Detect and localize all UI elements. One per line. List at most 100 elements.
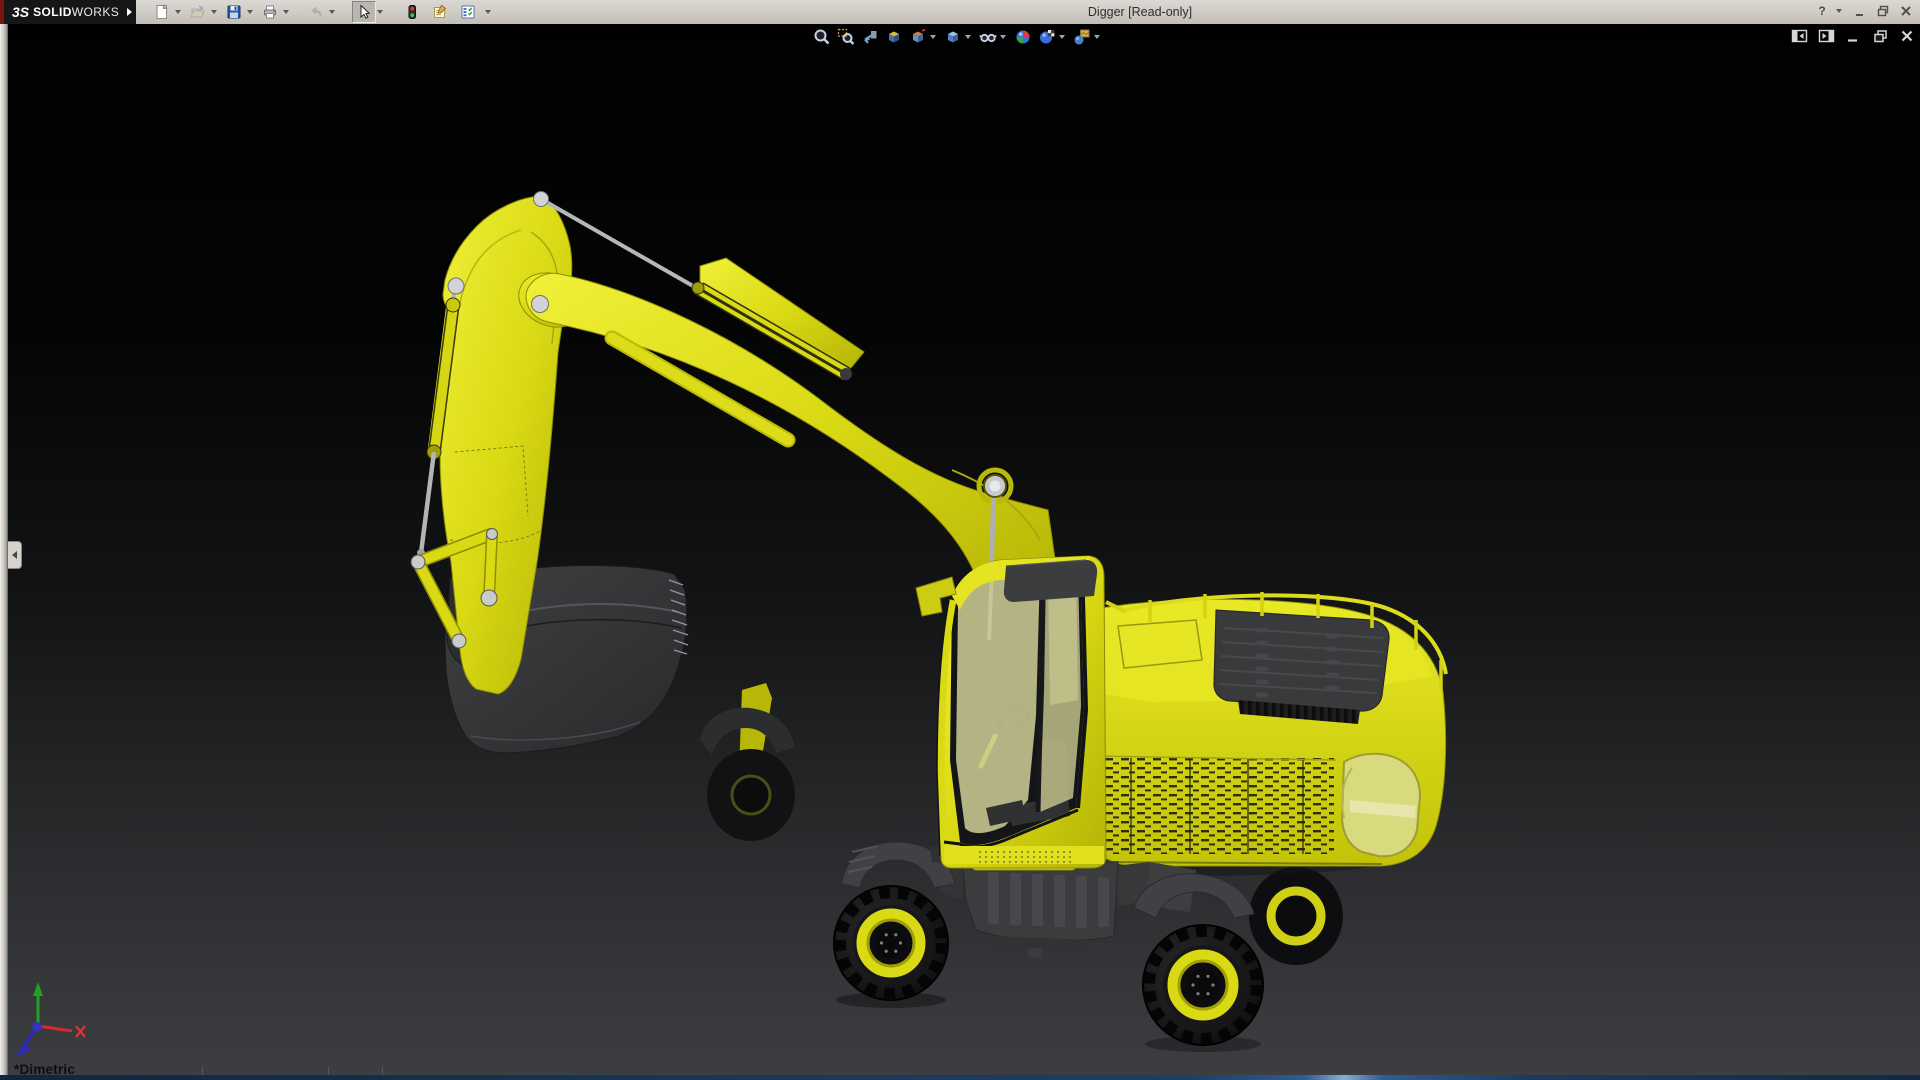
brand-works: WORKS bbox=[72, 5, 119, 19]
close-icon bbox=[1899, 4, 1913, 18]
view-settings-button[interactable] bbox=[1035, 27, 1058, 47]
save-floppy-icon bbox=[226, 4, 242, 20]
undo-icon bbox=[308, 4, 324, 20]
apply-scene-sphere-icon bbox=[1014, 28, 1032, 46]
select-tool-button[interactable] bbox=[352, 1, 376, 23]
edit-appearance-dropdown-arrow[interactable] bbox=[1094, 35, 1100, 39]
restore-document-icon bbox=[1873, 29, 1888, 43]
view-orientation-dropdown-arrow[interactable] bbox=[930, 35, 936, 39]
graphics-viewport[interactable]: *Dimetric bbox=[0, 24, 1920, 1080]
side-glass bbox=[1040, 569, 1081, 812]
pane-left-button[interactable] bbox=[1789, 28, 1809, 44]
title-bar: 3S SOLID WORKS bbox=[0, 0, 1920, 25]
print-dropdown-arrow[interactable] bbox=[283, 10, 289, 14]
close-document-button[interactable] bbox=[1897, 28, 1917, 44]
collapse-arrow-icon bbox=[12, 551, 17, 559]
minimize-document-button[interactable] bbox=[1843, 28, 1863, 44]
view-settings-dropdown-arrow[interactable] bbox=[1059, 35, 1065, 39]
pane-right-button[interactable] bbox=[1816, 28, 1836, 44]
previous-view-button[interactable] bbox=[858, 27, 881, 47]
engine-cover[interactable] bbox=[1214, 610, 1389, 724]
traffic-light-icon bbox=[404, 4, 420, 20]
document-window-controls bbox=[1789, 28, 1917, 44]
close-button[interactable] bbox=[1896, 2, 1916, 20]
display-style-dropdown-arrow[interactable] bbox=[965, 35, 971, 39]
edit-appearance-icon bbox=[1073, 28, 1091, 46]
x-axis-label bbox=[76, 1026, 85, 1037]
brand-solid: SOLID bbox=[33, 5, 72, 19]
save-dropdown-arrow[interactable] bbox=[247, 10, 253, 14]
select-dropdown-arrow[interactable] bbox=[377, 10, 383, 14]
help-button[interactable]: ? bbox=[1812, 2, 1832, 20]
feature-manager-splitter[interactable] bbox=[0, 24, 8, 1075]
options-checklist-icon bbox=[460, 4, 476, 20]
orientation-triad[interactable] bbox=[15, 982, 85, 1057]
document-title: Digger [Read-only] bbox=[1088, 5, 1192, 19]
restore-icon bbox=[1876, 4, 1890, 18]
select-cursor-icon bbox=[356, 4, 372, 20]
view-orientation-button[interactable] bbox=[906, 27, 929, 47]
heads-up-view-toolbar bbox=[810, 27, 1104, 47]
help-icon: ? bbox=[1818, 4, 1825, 18]
pane-left-icon bbox=[1791, 29, 1808, 43]
side-vent-grilles bbox=[1090, 756, 1336, 854]
options-button[interactable] bbox=[456, 1, 480, 23]
rear-opening bbox=[1342, 754, 1420, 856]
new-document-button[interactable] bbox=[150, 1, 174, 23]
undo-dropdown-arrow[interactable] bbox=[329, 10, 335, 14]
solidworks-window: 3S SOLID WORKS bbox=[0, 0, 1920, 1080]
flyout-arrow-icon bbox=[127, 8, 132, 16]
view-orientation-icon bbox=[909, 28, 927, 46]
menu-flyout-button[interactable] bbox=[122, 0, 136, 24]
edit-appearance-button[interactable] bbox=[1070, 27, 1093, 47]
hide-show-items-button[interactable] bbox=[976, 27, 999, 47]
zoom-to-area-button[interactable] bbox=[834, 27, 857, 47]
z-axis-arrow bbox=[15, 1042, 30, 1057]
taskbar-edge bbox=[0, 1075, 1920, 1080]
print-button[interactable] bbox=[258, 1, 282, 23]
display-style-button[interactable] bbox=[941, 27, 964, 47]
display-style-icon bbox=[944, 28, 962, 46]
y-axis-arrow bbox=[33, 982, 43, 996]
restore-document-button[interactable] bbox=[1870, 28, 1890, 44]
restore-button[interactable] bbox=[1873, 2, 1893, 20]
far-side-wheel[interactable] bbox=[700, 683, 795, 841]
cab-roof-panel bbox=[1004, 560, 1097, 602]
section-view-icon bbox=[885, 28, 903, 46]
help-dropdown-arrow[interactable] bbox=[1836, 9, 1842, 13]
rear-right-wheel[interactable] bbox=[1249, 867, 1343, 965]
save-button[interactable] bbox=[222, 1, 246, 23]
eyeglasses-icon bbox=[979, 28, 997, 46]
previous-view-icon bbox=[861, 28, 879, 46]
zoom-to-fit-icon bbox=[813, 28, 831, 46]
front-left-wheel[interactable] bbox=[834, 886, 948, 1008]
close-document-icon bbox=[1900, 29, 1914, 43]
windshield-glass bbox=[956, 572, 1040, 833]
zoom-to-fit-button[interactable] bbox=[810, 27, 833, 47]
zoom-to-area-icon bbox=[837, 28, 855, 46]
status-separator bbox=[328, 1067, 329, 1075]
feature-manager-collapse-tab[interactable] bbox=[8, 541, 22, 569]
cab[interactable] bbox=[916, 556, 1106, 868]
window-controls: ? bbox=[1812, 2, 1916, 20]
excavator-model[interactable] bbox=[0, 24, 1920, 1080]
print-icon bbox=[262, 4, 278, 20]
brand-3ds-icon: 3S bbox=[12, 4, 29, 20]
apply-scene-button[interactable] bbox=[1011, 27, 1034, 47]
simulation-button[interactable] bbox=[400, 1, 424, 23]
minimize-button[interactable] bbox=[1850, 2, 1870, 20]
hide-show-dropdown-arrow[interactable] bbox=[1000, 35, 1006, 39]
status-separator bbox=[202, 1067, 203, 1075]
open-button[interactable] bbox=[186, 1, 210, 23]
options-dropdown-arrow[interactable] bbox=[485, 10, 491, 14]
open-dropdown-arrow[interactable] bbox=[211, 10, 217, 14]
rear-left-wheel[interactable] bbox=[1143, 925, 1263, 1052]
sketch-notes-button[interactable] bbox=[428, 1, 452, 23]
view-settings-sphere-icon bbox=[1038, 28, 1056, 46]
open-folder-icon bbox=[190, 4, 206, 20]
section-view-button[interactable] bbox=[882, 27, 905, 47]
minimize-icon bbox=[1853, 4, 1867, 18]
undo-button[interactable] bbox=[304, 1, 328, 23]
new-document-icon bbox=[154, 4, 170, 20]
new-dropdown-arrow[interactable] bbox=[175, 10, 181, 14]
